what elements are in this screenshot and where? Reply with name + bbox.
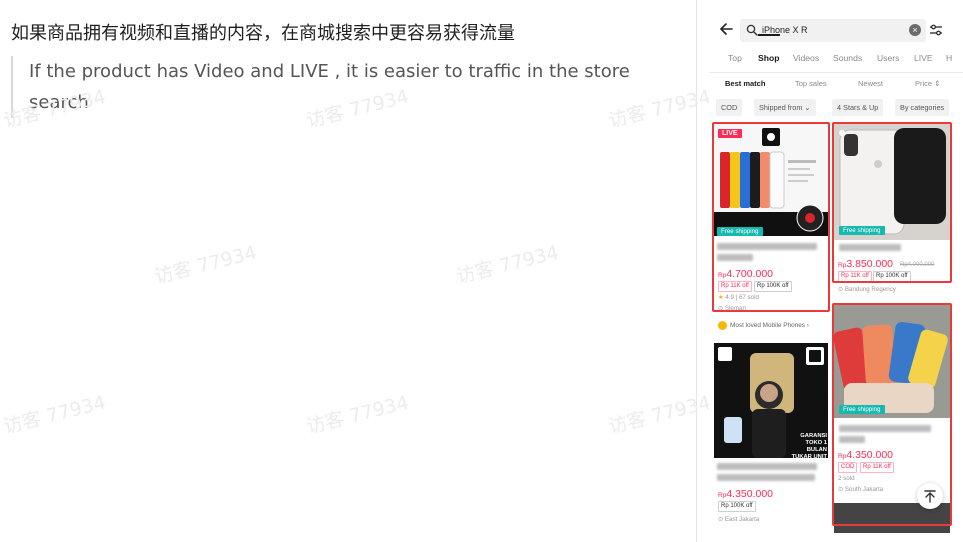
blurred-title: [717, 463, 817, 470]
tab-live[interactable]: LIVE: [914, 53, 933, 63]
search-icon: [746, 24, 758, 36]
active-tab-underline: [758, 34, 780, 36]
tab-top[interactable]: Top: [728, 53, 742, 63]
watermark: 访客 77934: [152, 241, 259, 289]
location-pin-icon: ⊙: [838, 286, 844, 293]
clear-search-icon[interactable]: ×: [909, 24, 921, 36]
filter-sliders-icon[interactable]: [929, 23, 943, 37]
back-arrow-icon[interactable]: [719, 22, 733, 36]
search-tabs: Top Shop Videos Sounds Users LIVE H: [709, 49, 963, 71]
document-panel: 如果商品拥有视频和直播的内容，在商城搜索中更容易获得流量 If the prod…: [0, 0, 713, 542]
chip-categories[interactable]: By categories: [895, 99, 950, 116]
arrow-up-icon: [924, 490, 936, 503]
filter-chips: COD Shipped from ⌄ 4 Stars & Up By categ…: [709, 99, 963, 117]
sort-best-match[interactable]: Best match: [725, 79, 765, 88]
badge-icon: [718, 321, 727, 330]
blurred-title: [717, 474, 815, 481]
tab-more[interactable]: H: [946, 53, 952, 63]
discount-tag: Rp 100K off: [718, 501, 756, 512]
product-location: ⊙ Bandung Regency: [838, 286, 896, 293]
tab-shop[interactable]: Shop: [758, 53, 779, 63]
watermark: 访客 77934: [304, 391, 411, 439]
search-bar: iPhone X R ×: [709, 13, 963, 47]
sort-price[interactable]: Price ⇕: [915, 79, 940, 88]
highlight-box: [712, 122, 830, 312]
scroll-to-top-button[interactable]: [917, 483, 943, 509]
product-location: ⊙ East Jakarta: [718, 516, 760, 523]
search-input[interactable]: iPhone X R ×: [740, 19, 926, 42]
chip-shipped-from[interactable]: Shipped from ⌄: [754, 99, 816, 116]
most-loved-banner[interactable]: Most loved Mobile Phones ›: [718, 321, 809, 335]
shop-search-screenshot: iPhone X R × Top Shop Videos Sounds User…: [709, 13, 963, 542]
watermark: 访客 77934: [1, 391, 108, 439]
tab-sounds[interactable]: Sounds: [833, 53, 862, 63]
sort-options: Best match Top sales Newest Price ⇕: [709, 75, 963, 93]
chevron-right-icon: ›: [806, 322, 809, 330]
product-price: Rp4.350.000: [718, 488, 774, 500]
divider: [709, 72, 963, 73]
product-card[interactable]: GARANSI TOKO 1 BULAN TUKAR UNIT Rp4.350.…: [714, 343, 828, 533]
highlight-box: [832, 122, 952, 283]
sort-newest[interactable]: Newest: [858, 79, 883, 88]
watermark: 访客 77934: [454, 241, 561, 289]
watermark: 访客 77934: [606, 391, 713, 439]
chip-cod[interactable]: COD: [716, 99, 743, 116]
tab-users[interactable]: Users: [877, 53, 899, 63]
location-pin-icon: ⊙: [718, 516, 724, 523]
tab-videos[interactable]: Videos: [793, 53, 819, 63]
chip-4-stars[interactable]: 4 Stars & Up: [832, 99, 884, 116]
guarantee-overlay: GARANSI TOKO 1 BULAN TUKAR UNIT: [791, 433, 827, 460]
sort-top-sales[interactable]: Top sales: [795, 79, 827, 88]
doc-heading: 如果商品拥有视频和直播的内容，在商城搜索中更容易获得流量: [11, 23, 515, 44]
